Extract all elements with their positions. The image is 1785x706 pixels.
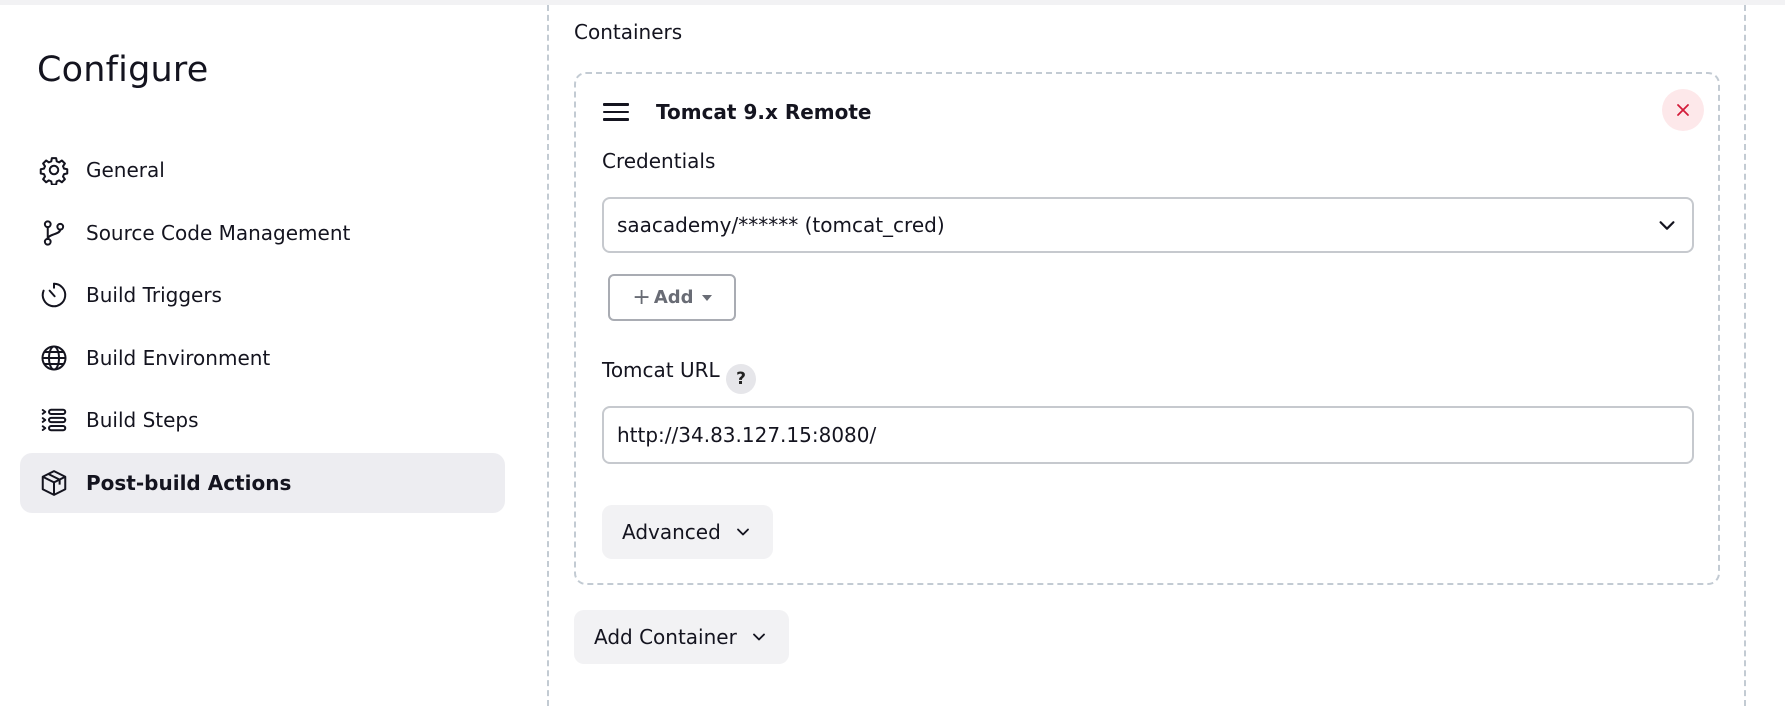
git-branch-icon (38, 217, 70, 249)
sidebar-item-label: Build Triggers (86, 283, 222, 308)
plus-icon: + (632, 285, 651, 310)
sidebar-item-label: Build Environment (86, 345, 271, 370)
credentials-label: Credentials (602, 149, 716, 173)
sidebar-item-label: General (86, 158, 165, 182)
package-icon (38, 467, 70, 499)
sidebar-item-general[interactable]: General (20, 140, 505, 200)
list-icon (38, 404, 70, 436)
section-border-left (547, 5, 549, 706)
sidebar-item-build-environment[interactable]: Build Environment (20, 328, 505, 388)
caret-down-icon (701, 294, 712, 301)
sidebar-item-label: Source Code Management (86, 220, 351, 245)
delete-container-button[interactable] (1662, 89, 1704, 131)
add-container-button[interactable]: Add Container (574, 610, 789, 664)
gear-icon (38, 154, 70, 186)
tomcat-url-input[interactable] (602, 406, 1694, 464)
sidebar-item-post-build-actions[interactable]: Post-build Actions (20, 452, 505, 513)
sidebar-item-label: Build Steps (86, 408, 199, 433)
drag-handle-icon[interactable] (603, 103, 629, 125)
sidebar-item-source-code-management[interactable]: Source Code Management (20, 203, 505, 263)
page-title: Configure (37, 50, 209, 90)
add-button-label: Add (653, 287, 694, 308)
container-title: Tomcat 9.x Remote (656, 100, 872, 124)
add-container-label: Add Container (594, 625, 737, 649)
sidebar-item-label: Post-build Actions (86, 470, 292, 495)
globe-icon (38, 342, 70, 374)
credentials-value: saacademy/****** (tomcat_cred) (617, 213, 945, 237)
chevron-down-icon (736, 528, 749, 536)
credentials-select[interactable]: saacademy/****** (tomcat_cred) (602, 197, 1694, 253)
sidebar-item-build-triggers[interactable]: Build Triggers (20, 265, 505, 325)
add-credentials-button[interactable]: + Add (608, 274, 736, 321)
tomcat-url-label: Tomcat URL (602, 358, 720, 382)
section-border-right (1744, 5, 1746, 706)
section-title: Containers (574, 20, 683, 44)
advanced-button-label: Advanced (622, 520, 721, 544)
timer-icon (38, 279, 70, 311)
top-bar (0, 0, 1785, 5)
chevron-down-icon (1659, 221, 1675, 230)
sidebar-item-build-steps[interactable]: Build Steps (20, 390, 505, 450)
close-icon (1677, 104, 1689, 116)
advanced-button[interactable]: Advanced (602, 505, 773, 559)
container-card: Tomcat 9.x Remote Credentials saacademy/… (574, 72, 1720, 585)
help-button[interactable]: ? (726, 364, 756, 394)
chevron-down-icon (752, 633, 765, 641)
sidebar-nav: General Source Code Management Build Tri… (20, 140, 505, 516)
